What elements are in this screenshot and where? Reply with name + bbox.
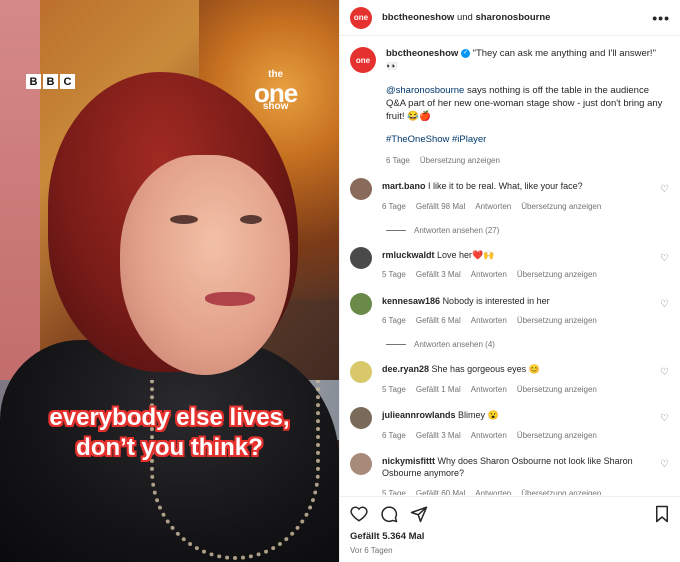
person-eye — [240, 215, 262, 224]
comment-age: 5 Tage — [382, 270, 406, 280]
comment-list: mart.bano I like it to be real. What, li… — [340, 166, 680, 495]
reply-link[interactable]: Antworten — [471, 315, 507, 326]
connector-text: und — [456, 12, 473, 23]
translate-link[interactable]: Übersetzung anzeigen — [521, 201, 601, 212]
bbc-letter: C — [60, 74, 75, 89]
post-header: one bbctheoneshow und sharonosbourne ••• — [340, 0, 680, 36]
mention-link[interactable]: @sharonosbourne — [386, 85, 464, 96]
comment-likes[interactable]: Gefällt 3 Mal — [416, 430, 461, 441]
translate-link[interactable]: Übersetzung anzeigen — [517, 315, 597, 326]
heart-icon[interactable]: ♡ — [660, 367, 670, 378]
comment-user[interactable]: mart.bano — [382, 181, 426, 191]
comment-user[interactable]: julieannrowlands — [382, 410, 456, 420]
hashtags[interactable]: #TheOneShow #iPlayer — [386, 133, 670, 146]
the-one-show-logo: the one show — [254, 69, 298, 112]
collaborator-link[interactable]: sharonosbourne — [475, 12, 550, 23]
comment-item: dee.ryan28 She has gorgeous eyes 😊 5 Tag… — [340, 349, 680, 395]
translate-link[interactable]: Übersetzung anzeigen — [517, 430, 597, 441]
comment-likes[interactable]: Gefällt 98 Mal — [416, 201, 465, 212]
verified-icon: ✓ — [460, 48, 470, 58]
view-replies[interactable]: Antworten ansehen (4) — [340, 326, 680, 349]
translate-link[interactable]: Übersetzung anzeigen — [517, 384, 597, 395]
comment-icon[interactable] — [380, 505, 398, 523]
comment-likes[interactable]: Gefällt 60 Mal — [416, 488, 465, 495]
comment-user[interactable]: dee.ryan28 — [382, 364, 429, 374]
avatar[interactable] — [350, 452, 372, 475]
subtitle-line: everybody else lives, — [49, 404, 290, 431]
comment-text: Nobody is interested in her — [442, 295, 550, 306]
bbc-logo: B B C — [26, 74, 75, 89]
comment-likes[interactable]: Gefällt 1 Mal — [416, 384, 461, 395]
comment-item: mart.bano I like it to be real. What, li… — [340, 166, 680, 212]
comment-user[interactable]: nickymisfittt — [382, 456, 435, 466]
post-media[interactable]: B B C the one show everybody else lives,… — [0, 0, 339, 562]
comment-item: julieannrowlands Blimey 😮 6 Tage Gefällt… — [340, 395, 680, 441]
view-replies-label[interactable]: Antworten ansehen (4) — [414, 340, 495, 349]
person-face — [120, 155, 290, 375]
header-title: bbctheoneshow und sharonosbourne — [382, 12, 652, 23]
share-icon[interactable] — [410, 505, 428, 523]
comment-user[interactable]: kennesaw186 — [382, 296, 440, 306]
avatar[interactable] — [350, 407, 372, 430]
comment-likes[interactable]: Gefällt 6 Mal — [416, 315, 461, 326]
heart-icon[interactable]: ♡ — [660, 459, 670, 470]
avatar[interactable] — [350, 177, 372, 200]
avatar[interactable]: one — [350, 6, 372, 29]
action-bar: Gefällt 5.364 Mal Vor 6 Tagen — [340, 496, 680, 555]
heart-icon[interactable]: ♡ — [660, 253, 670, 264]
reply-link[interactable]: Antworten — [471, 384, 507, 395]
comment-age: 6 Tage — [382, 430, 406, 440]
more-horizontal-icon[interactable]: ••• — [652, 10, 670, 26]
comment-age: 6 Tage — [382, 201, 406, 211]
bbc-letter: B — [26, 74, 41, 89]
subtitle-line: don’t you think? — [76, 434, 263, 461]
reply-link[interactable]: Antworten — [475, 201, 511, 212]
bbc-letter: B — [43, 74, 58, 89]
comment-age: 5 Tage — [382, 384, 406, 394]
avatar[interactable] — [350, 292, 372, 315]
bookmark-icon[interactable] — [654, 505, 670, 523]
comment-user[interactable]: rmluckwaldt — [382, 250, 435, 260]
comment-text: Blimey 😮 — [458, 410, 499, 421]
post-age: 6 Tage — [386, 155, 410, 165]
post-date: Vor 6 Tagen — [350, 546, 393, 555]
translate-link[interactable]: Übersetzung anzeigen — [420, 155, 500, 166]
person-eye — [170, 215, 198, 224]
avatar[interactable] — [350, 246, 372, 269]
heart-icon[interactable]: ♡ — [660, 413, 670, 424]
reply-link[interactable]: Antworten — [471, 269, 507, 280]
comment-item: nickymisfittt Why does Sharon Osbourne n… — [340, 441, 680, 495]
post-meta: 6 Tage Übersetzung anzeigen — [386, 155, 670, 166]
avatar[interactable]: one — [350, 47, 376, 73]
view-replies[interactable]: Antworten ansehen (27) — [340, 212, 680, 235]
heart-icon[interactable]: ♡ — [660, 299, 670, 310]
avatar[interactable] — [350, 361, 372, 384]
reply-link[interactable]: Antworten — [471, 430, 507, 441]
reply-link[interactable]: Antworten — [475, 488, 511, 495]
person-mouth — [205, 292, 255, 306]
account-link[interactable]: bbctheoneshow — [382, 12, 454, 23]
comment-age: 5 Tage — [382, 489, 406, 495]
post-caption: one bbctheoneshow ✓ "They can ask me any… — [340, 37, 680, 166]
comment-item: rmluckwaldt Love her❤️🙌 5 Tage Gefällt 3… — [340, 235, 680, 281]
comment-text: She has gorgeous eyes 😊 — [431, 364, 540, 375]
heart-icon[interactable] — [350, 505, 368, 523]
comment-item: kennesaw186 Nobody is interested in her … — [340, 281, 680, 327]
comment-likes[interactable]: Gefällt 3 Mal — [416, 269, 461, 280]
post-author[interactable]: bbctheoneshow — [386, 48, 458, 59]
translate-link[interactable]: Übersetzung anzeigen — [517, 269, 597, 280]
comment-text: Love her❤️🙌 — [437, 249, 495, 260]
view-replies-label[interactable]: Antworten ansehen (27) — [414, 226, 499, 235]
comment-text: I like it to be real. What, like your fa… — [428, 180, 583, 191]
heart-icon[interactable]: ♡ — [660, 184, 670, 195]
post-panel: one bbctheoneshow und sharonosbourne •••… — [339, 0, 680, 562]
comment-age: 6 Tage — [382, 316, 406, 326]
translate-link[interactable]: Übersetzung anzeigen — [521, 488, 601, 495]
comments-scroll[interactable]: one bbctheoneshow ✓ "They can ask me any… — [340, 37, 680, 495]
likes-count[interactable]: Gefällt 5.364 Mal — [350, 531, 670, 542]
